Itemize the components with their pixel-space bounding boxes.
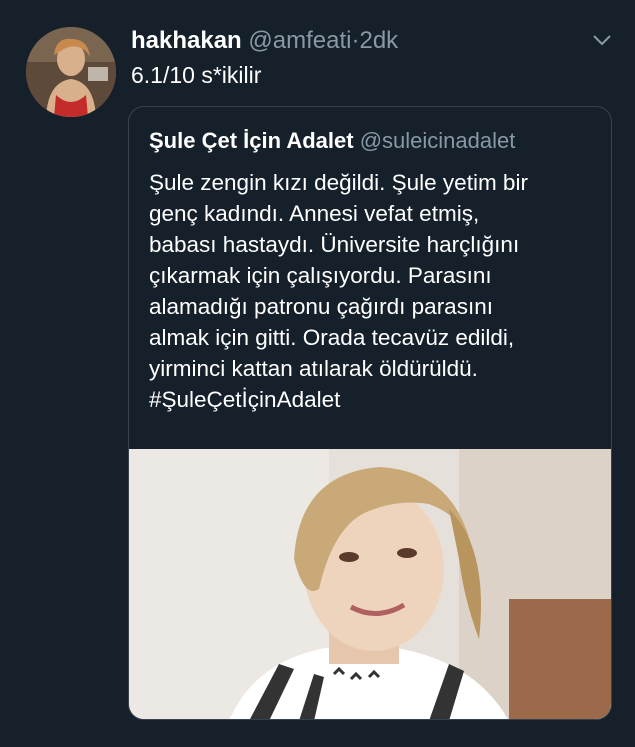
avatar[interactable] xyxy=(26,27,116,117)
quoted-user-handle: @suleicinadalet xyxy=(359,128,516,153)
quoted-text-line: yirminci kattan atılarak öldürüldü. xyxy=(149,356,478,381)
quoted-text-line: babası hastaydı. Üniversite harçlığını xyxy=(149,232,520,257)
quoted-text-line: almak için gitti. Orada tecavüz edildi, xyxy=(149,325,515,350)
quoted-text-line: genç kadındı. Annesi vefat etmiş, xyxy=(149,201,480,226)
tweet-text: 6.1/10 s*ikilir xyxy=(131,62,262,88)
hashtag-link[interactable]: #ŞuleÇetİçinAdalet xyxy=(149,384,595,415)
timestamp[interactable]: 2dk xyxy=(359,27,398,54)
quoted-tweet-header: Şule Çet İçin Adalet @suleicinadalet xyxy=(149,127,515,155)
quoted-tweet-text: Şule zengin kızı değildi. Şule yetim bir… xyxy=(149,167,595,415)
quoted-text-line: Şule zengin kızı değildi. Şule yetim bir xyxy=(149,170,528,195)
user-handle[interactable]: @amfeati xyxy=(248,27,351,54)
tweet[interactable]: hakhakan @amfeati·2dk 6.1/10 s*ikilir Şu… xyxy=(0,0,635,747)
quoted-display-name: Şule Çet İçin Adalet xyxy=(149,128,354,153)
quoted-text-line: alamadığı patronu çağırdı parasını xyxy=(149,294,493,319)
quoted-tweet[interactable]: Şule Çet İçin Adalet @suleicinadalet Şul… xyxy=(128,106,612,720)
quoted-tweet-image[interactable] xyxy=(129,449,611,719)
quoted-text-line: çıkarmak için çalışıyordu. Parasını xyxy=(149,263,492,288)
tweet-header: hakhakan @amfeati·2dk xyxy=(131,26,398,56)
chevron-down-icon[interactable] xyxy=(591,32,613,48)
display-name[interactable]: hakhakan xyxy=(131,27,242,54)
